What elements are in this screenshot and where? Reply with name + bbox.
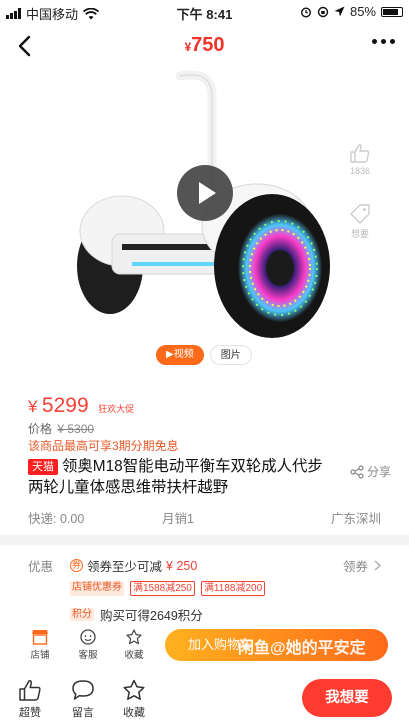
battery-icon	[381, 6, 403, 17]
like-gallery-button[interactable]: 1836	[340, 143, 380, 176]
ship-location: 广东深圳	[330, 512, 381, 526]
tag-icon	[350, 204, 370, 224]
top-bar: ¥750	[0, 22, 409, 70]
like-button[interactable]: 超赞	[8, 679, 52, 720]
coupon-amount: ¥ 250	[166, 558, 198, 573]
get-coupon-label: 领券	[342, 560, 368, 574]
share-label: 分享	[366, 465, 391, 479]
location-icon	[334, 6, 345, 17]
favorite-label: 收藏	[124, 650, 144, 661]
store-label: 店铺	[30, 650, 50, 661]
installment-note: 该商品最高可享3期分期免息	[28, 439, 179, 453]
status-bar: 中国移动 下午 8:41 85%	[0, 0, 409, 22]
header-price: ¥750	[0, 34, 409, 57]
points-text: 购买可得2649积分	[100, 609, 203, 623]
i-want-button[interactable]: 我想要	[302, 679, 392, 717]
more-options-icon[interactable]	[372, 39, 395, 44]
want-label: 想要	[350, 229, 369, 239]
service-label: 客服	[78, 650, 98, 661]
watermark-text: 闲鱼@她的平安定	[238, 640, 366, 657]
tmall-badge: 天猫	[28, 459, 58, 475]
want-gallery-button[interactable]: 想要	[340, 204, 380, 240]
status-right: 85%	[300, 4, 403, 19]
deals-label: 优惠	[28, 560, 54, 574]
coupon-row: 券 领券至少可减 ¥ 250	[70, 556, 197, 575]
comment-button[interactable]: 留言	[61, 679, 105, 720]
store-button[interactable]: 店铺	[20, 629, 60, 661]
price-row: ¥ 5299 狂欢大促	[28, 394, 134, 418]
collect-label: 收藏	[123, 707, 145, 719]
like-label: 超赞	[19, 707, 41, 719]
coupon-tag: 店铺优惠券	[70, 581, 124, 596]
coupon-icon: 券	[70, 559, 83, 572]
play-video-button[interactable]	[177, 165, 233, 221]
comment-icon	[72, 680, 94, 700]
media-tabs: ▶视频 图片	[156, 345, 252, 365]
battery-percent: 85%	[349, 4, 376, 19]
thumb-up-icon	[19, 680, 41, 701]
tab-images[interactable]: 图片	[209, 345, 252, 365]
current-price: 5299	[41, 394, 89, 417]
share-button[interactable]: 分享	[350, 463, 391, 480]
service-icon	[80, 629, 96, 645]
points-row: 积分 购买可得2649积分	[70, 605, 203, 624]
promo-label: 狂欢大促	[98, 404, 135, 414]
product-title-block: 天猫 领奥M18智能电动平衡车双轮成人代步两轮儿童体感思维带扶杆越野	[28, 456, 333, 498]
chevron-right-icon	[374, 560, 381, 571]
get-coupon-button[interactable]: 领券	[343, 556, 381, 575]
tab-video[interactable]: ▶视频	[156, 345, 204, 365]
points-badge: 积分	[70, 608, 94, 621]
section-divider	[0, 535, 409, 545]
rotation-lock-icon	[317, 6, 329, 17]
star-icon	[123, 679, 145, 700]
coupon-tags: 店铺优惠券 满1588减250 满1188减200	[70, 581, 266, 596]
service-button[interactable]: 客服	[68, 629, 108, 661]
shipping-fee: 快递: 0.00	[28, 512, 85, 526]
price-symbol: ¥	[28, 397, 38, 416]
collect-button[interactable]: 收藏	[112, 679, 156, 720]
like-count: 1836	[349, 166, 371, 176]
play-icon	[199, 182, 216, 204]
original-price: ¥ 5300	[57, 422, 95, 436]
coupon-tag: 满1588减250	[130, 581, 195, 596]
coupon-text: 领券至少可减	[87, 560, 163, 574]
deals-section[interactable]: 优惠 券 领券至少可减 ¥ 250 领券 店铺优惠券 满1588减250 满11…	[0, 545, 409, 625]
favorite-button[interactable]: 收藏	[114, 629, 154, 661]
original-price-row: 价格 ¥ 5300	[28, 420, 94, 437]
header-price-value: 750	[191, 34, 225, 56]
coupon-tag: 满1188减200	[200, 581, 266, 596]
thumb-up-icon	[350, 144, 370, 163]
original-price-label: 价格	[28, 422, 53, 436]
monthly-sales: 月销1	[162, 512, 194, 526]
alarm-icon	[300, 6, 311, 18]
star-icon	[126, 629, 142, 645]
share-icon	[350, 464, 364, 479]
comment-label: 留言	[72, 707, 94, 719]
store-icon	[32, 630, 48, 645]
product-title: 领奥M18智能电动平衡车双轮成人代步两轮儿童体感思维带扶杆越野	[28, 458, 323, 496]
